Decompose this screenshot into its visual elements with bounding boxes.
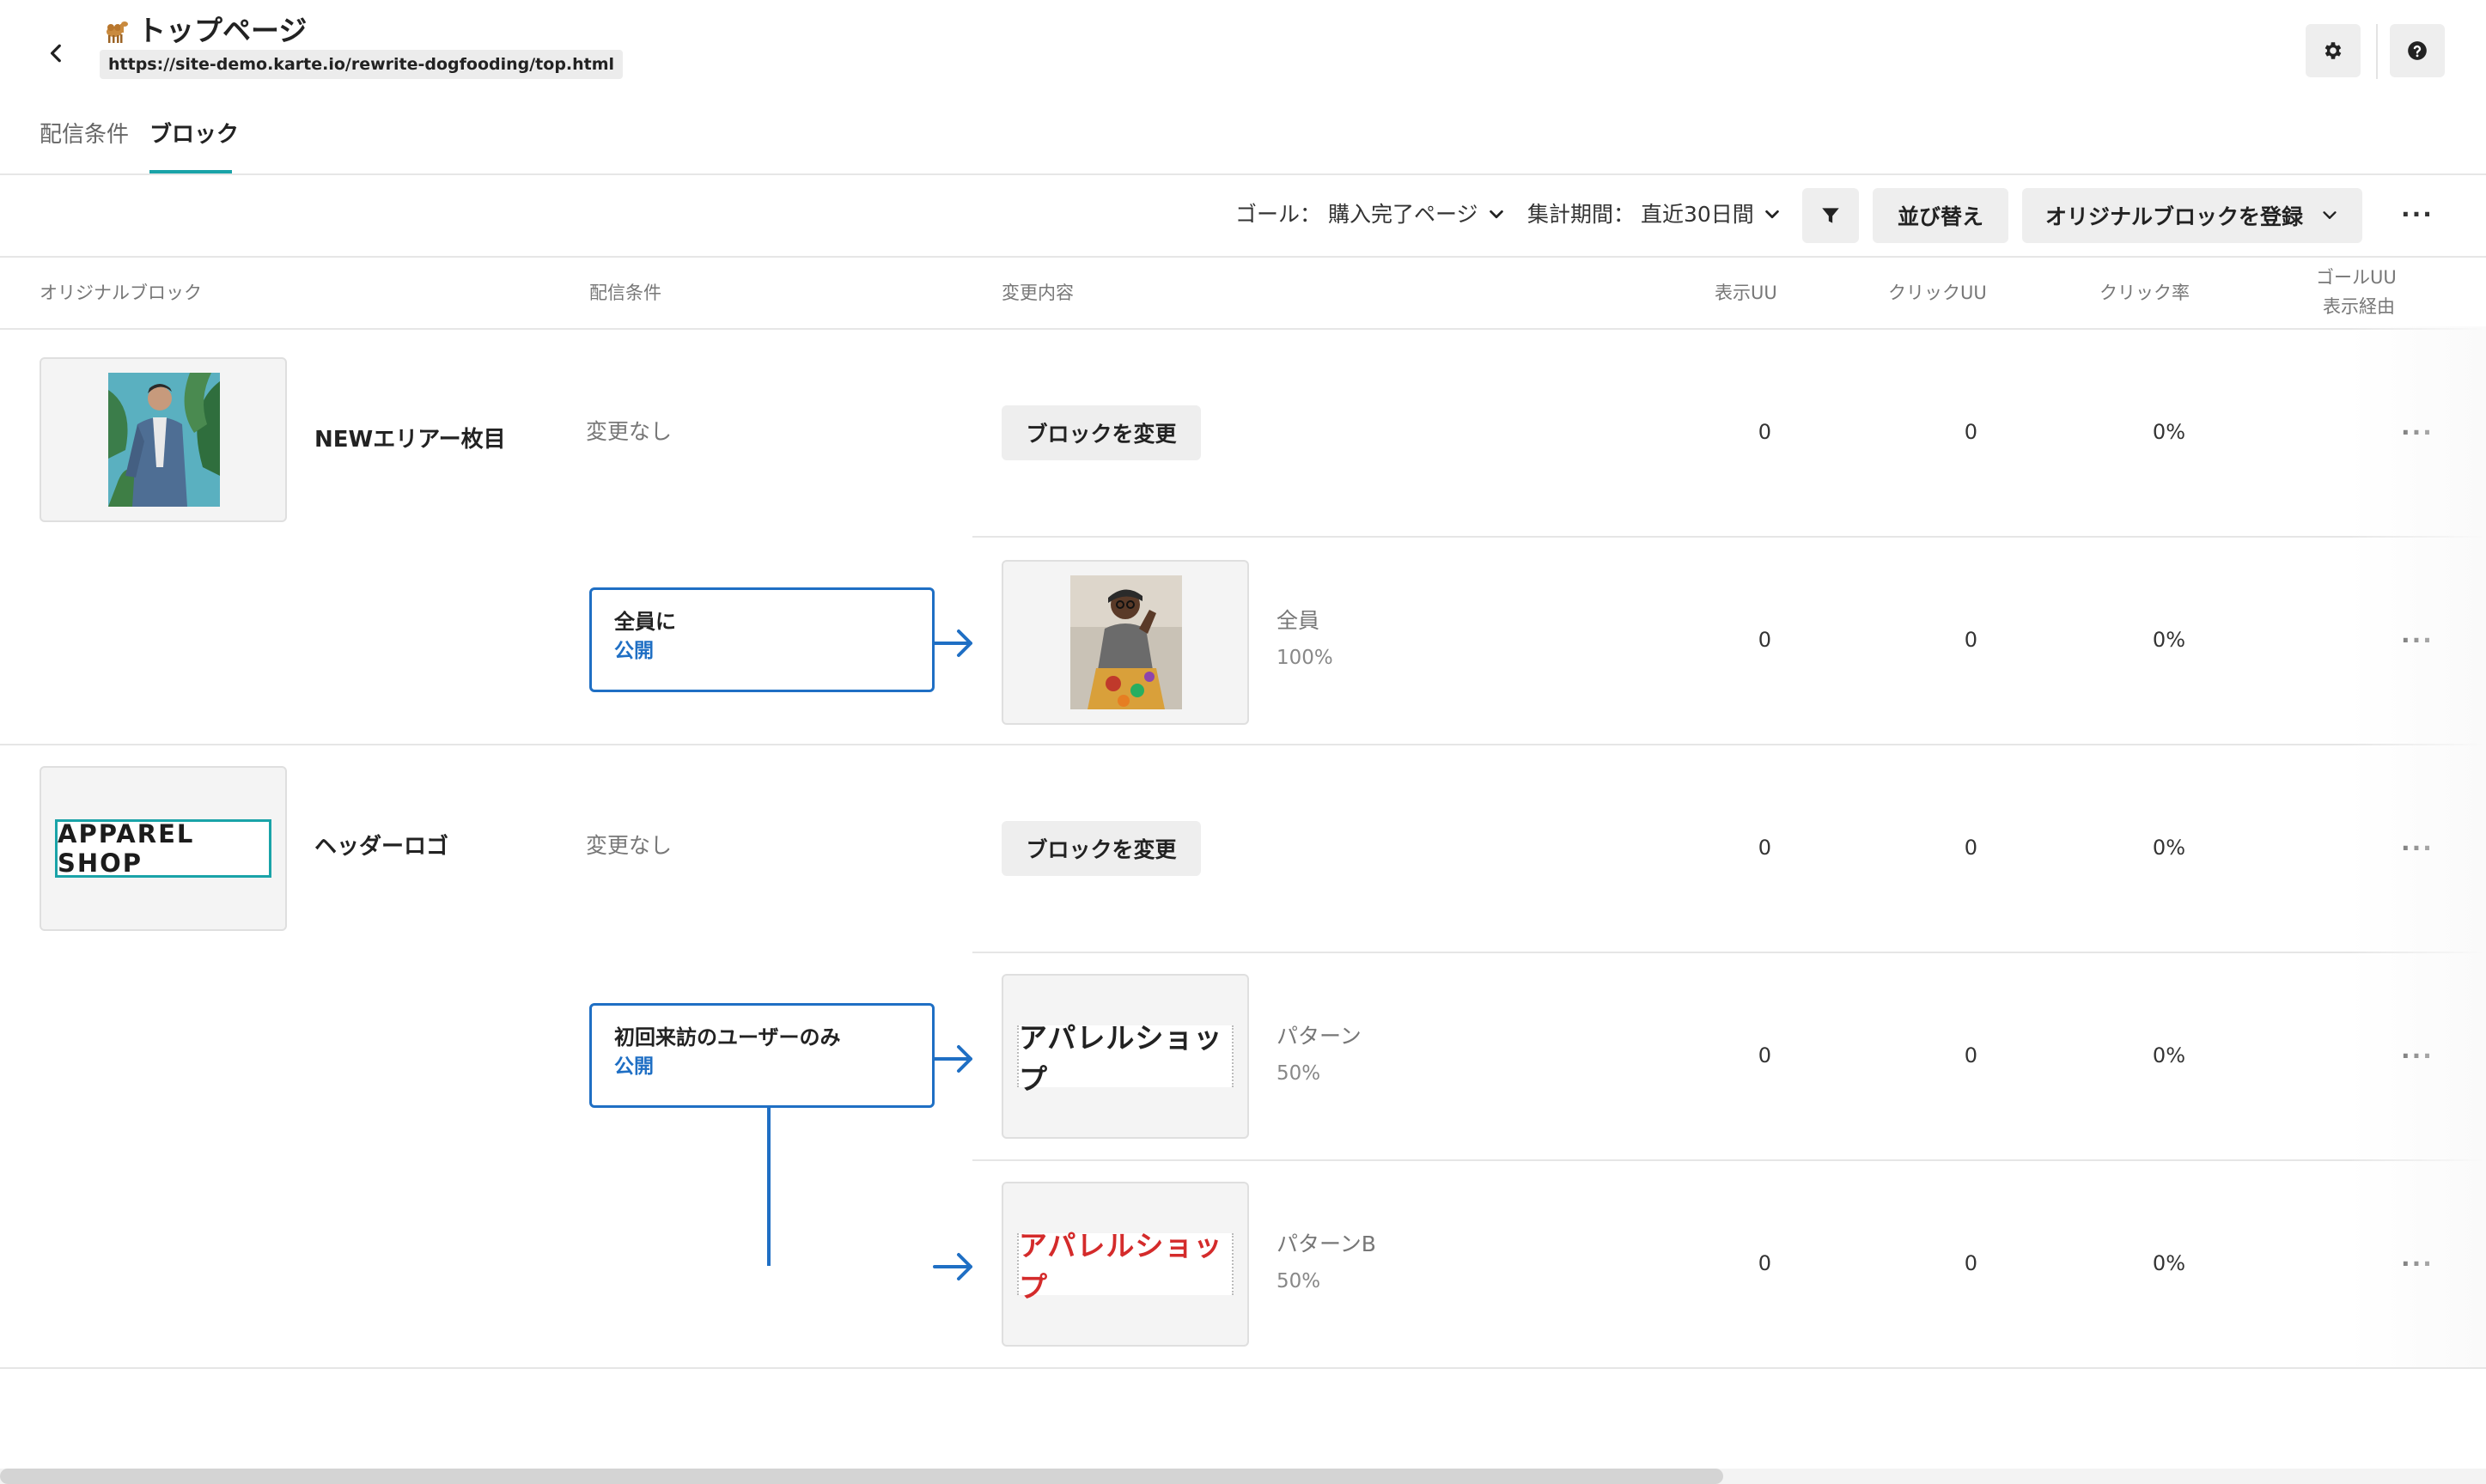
variant-name: パターン (1277, 1024, 1362, 1049)
column-header-change: 変更内容 (1002, 283, 1074, 303)
column-header-original-block: オリジナルブロック (40, 283, 202, 303)
row-divider (972, 952, 2486, 953)
original-block-thumbnail[interactable] (40, 357, 287, 522)
view-uu-value: 0 (1758, 628, 1771, 652)
no-change-label: 変更なし (586, 419, 673, 444)
click-rate-value: 0% (2152, 836, 2185, 860)
change-block-button[interactable]: ブロックを変更 (1002, 821, 1201, 876)
table-bottom-divider (0, 1367, 2486, 1369)
column-header-goal-uu-sub: 表示経由 (2323, 296, 2395, 317)
settings-button[interactable] (2306, 24, 2361, 77)
goal-select[interactable]: 購入完了ページ (1328, 199, 1506, 230)
register-label: オリジナルブロックを登録 (2044, 204, 2303, 229)
arrow-right-icon (933, 629, 972, 657)
man-in-denim-jacket-image (108, 373, 220, 507)
header-divider (2376, 24, 2378, 79)
register-original-block-button[interactable]: オリジナルブロックを登録 (2022, 188, 2362, 243)
goal-label: ゴール： (1235, 202, 1322, 227)
toolbar-divider (0, 256, 2486, 258)
header-divider-line (0, 328, 2486, 330)
condition-status: 公開 (614, 640, 654, 662)
filter-button[interactable] (1802, 188, 1859, 243)
column-header-click-rate[interactable]: クリック率 (2099, 280, 2190, 306)
variant-logo: アパレルショップ (1017, 1229, 1234, 1304)
help-button[interactable] (2390, 24, 2445, 77)
tabs-divider (0, 173, 2486, 175)
click-rate-value: 0% (2152, 628, 2185, 652)
variant-name: 全員 (1277, 608, 1320, 633)
woman-portrait-image (1070, 575, 1182, 709)
view-uu-value: 0 (1758, 836, 1771, 860)
condition-title: 初回来訪のユーザーのみ (614, 1025, 841, 1049)
gear-icon (2325, 42, 2342, 59)
period-select[interactable]: 直近30日間 (1641, 199, 1782, 230)
click-uu-value: 0 (1964, 628, 1977, 652)
chevron-down-icon (1765, 210, 1779, 219)
variant-percentage: 100% (1277, 647, 1333, 669)
tab-delivery-conditions[interactable]: 配信条件 (40, 120, 129, 149)
condition-title: 全員に (614, 610, 676, 634)
variant-percentage: 50% (1277, 1062, 1321, 1085)
original-block-thumbnail[interactable]: APPAREL SHOP (40, 766, 287, 931)
tab-blocks[interactable]: ブロック (149, 120, 239, 149)
branch-connector-line (767, 1108, 771, 1266)
filter-icon (1822, 208, 1839, 223)
apparel-shop-logo: APPAREL SHOP (55, 819, 271, 878)
view-uu-value: 0 (1758, 420, 1771, 444)
sort-button[interactable]: 並び替え (1873, 188, 2008, 243)
period-label: 集計期間： (1527, 202, 1636, 227)
condition-status: 公開 (614, 1055, 654, 1078)
camel-icon (100, 17, 129, 46)
arrow-right-icon (933, 1045, 972, 1073)
condition-card[interactable]: 初回来訪のユーザーのみ 公開 (589, 1003, 935, 1108)
view-uu-value: 0 (1758, 1251, 1771, 1275)
chevron-left-icon (50, 44, 61, 63)
condition-card[interactable]: 全員に 公開 (589, 587, 935, 692)
page-url[interactable]: https://site-demo.karte.io/rewrite-dogfo… (100, 50, 624, 79)
page-title: トップページ (137, 14, 308, 47)
block-divider (0, 744, 2486, 745)
variant-thumbnail[interactable]: アパレルショップ (1002, 974, 1249, 1139)
row-divider (972, 536, 2486, 538)
horizontal-scrollbar-thumb[interactable] (0, 1469, 1723, 1484)
no-change-label: 変更なし (586, 833, 673, 858)
click-uu-value: 0 (1964, 836, 1977, 860)
view-uu-value: 0 (1758, 1043, 1771, 1067)
column-header-click-uu[interactable]: クリックUU (1888, 280, 1987, 306)
block-name: ヘッダーロゴ (314, 834, 449, 860)
variant-thumbnail[interactable]: アパレルショップ (1002, 1182, 1249, 1347)
click-rate-value: 0% (2152, 1043, 2185, 1067)
column-header-condition: 配信条件 (589, 283, 661, 303)
variant-thumbnail[interactable] (1002, 560, 1249, 725)
variant-percentage: 50% (1277, 1270, 1321, 1292)
toolbar-more-button[interactable]: ··· (2400, 203, 2434, 227)
change-block-button[interactable]: ブロックを変更 (1002, 405, 1201, 460)
row-divider (972, 1159, 2486, 1161)
arrow-right-icon (933, 1253, 972, 1280)
variant-logo-text: アパレルショップ (1019, 1021, 1223, 1096)
back-button[interactable] (34, 31, 79, 76)
logo-text: APPAREL SHOP (58, 819, 195, 878)
more-horizontal-icon: ··· (2401, 200, 2434, 228)
sticky-column-shadow (2349, 326, 2486, 1367)
column-header-goal-uu[interactable]: ゴールUU (2316, 265, 2397, 290)
click-rate-value: 0% (2152, 420, 2185, 444)
period-value: 直近30日間 (1641, 202, 1754, 227)
click-uu-value: 0 (1964, 420, 1977, 444)
variant-logo: アパレルショップ (1017, 1021, 1234, 1096)
chevron-down-icon (2323, 211, 2337, 219)
help-icon (2408, 41, 2427, 60)
click-uu-value: 0 (1964, 1043, 1977, 1067)
chevron-down-icon (1489, 210, 1503, 219)
variant-logo-text: アパレルショップ (1019, 1229, 1223, 1304)
click-uu-value: 0 (1964, 1251, 1977, 1275)
block-name: NEWエリアー枚目 (314, 427, 506, 453)
goal-value: 購入完了ページ (1328, 202, 1478, 227)
click-rate-value: 0% (2152, 1251, 2185, 1275)
variant-name: パターンB (1277, 1232, 1376, 1256)
column-header-view-uu[interactable]: 表示UU (1715, 280, 1777, 306)
